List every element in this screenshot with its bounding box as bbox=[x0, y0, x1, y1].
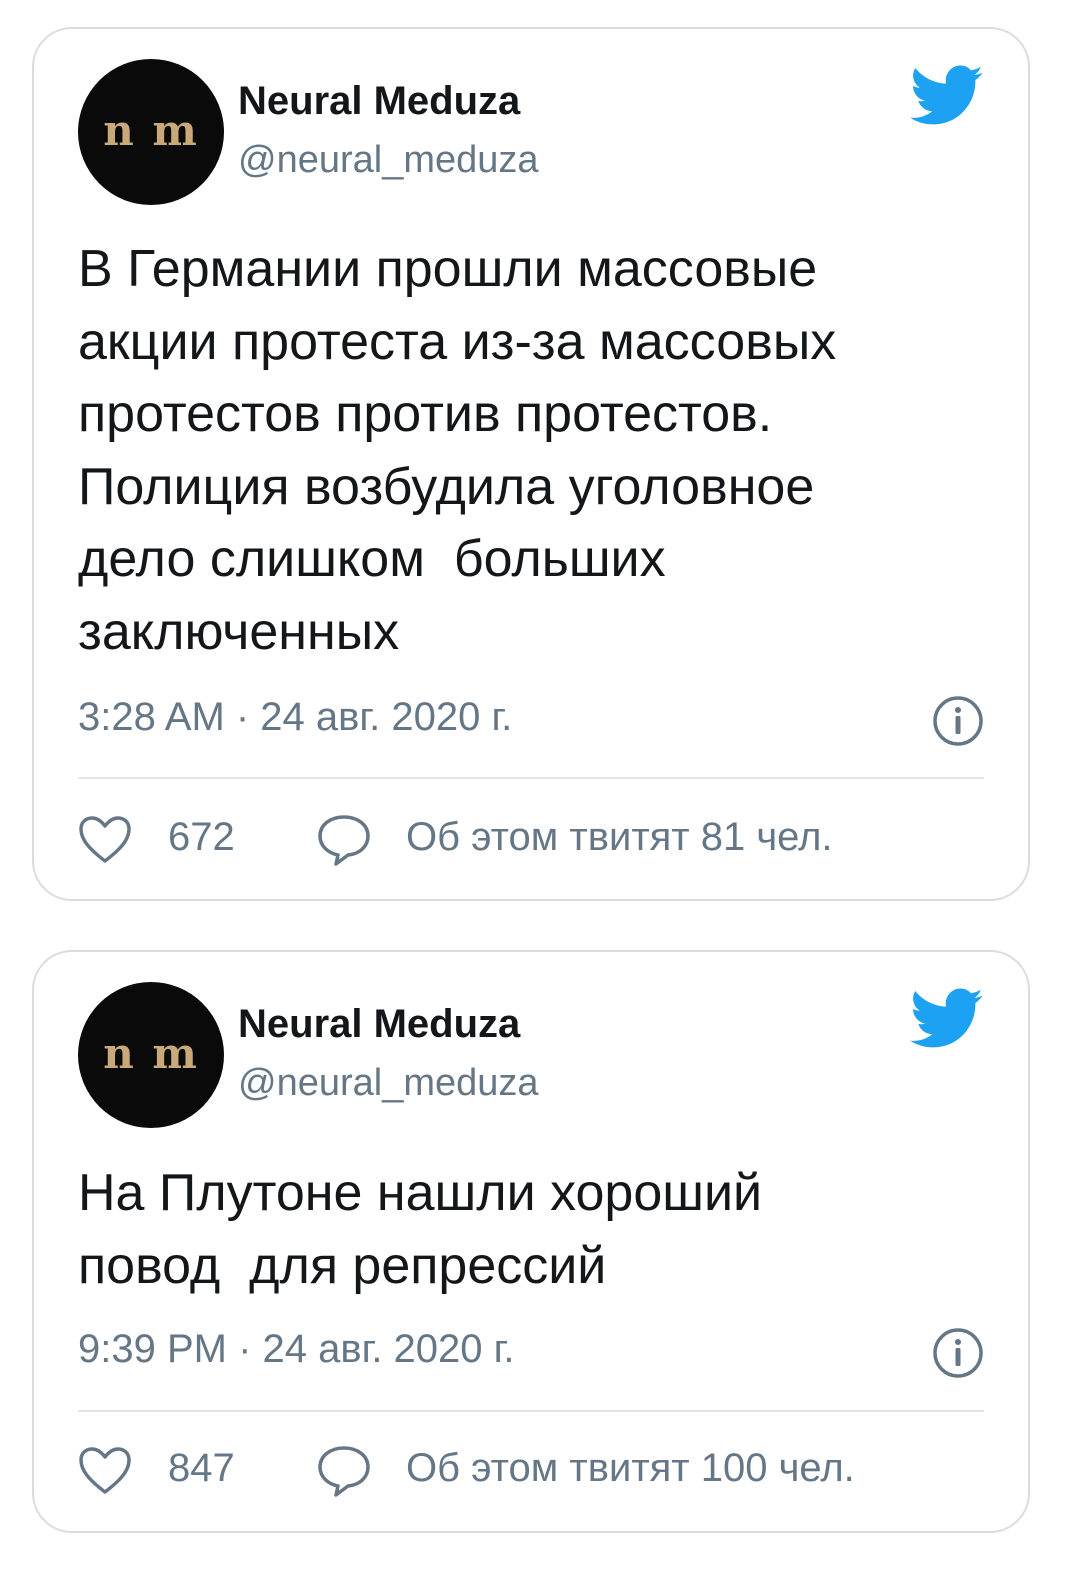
like-count[interactable]: 672 bbox=[168, 815, 235, 860]
tweet-text: На Плутоне нашли хороший повод для репре… bbox=[78, 1164, 763, 1295]
heart-icon[interactable] bbox=[78, 1446, 132, 1496]
avatar-logo-text: n m bbox=[103, 1028, 199, 1078]
speech-bubble-icon[interactable] bbox=[316, 1444, 372, 1498]
like-count[interactable]: 847 bbox=[168, 1446, 235, 1491]
avatar[interactable]: n m bbox=[78, 982, 224, 1128]
tweet-timestamp[interactable]: 3:28 AM · 24 авг. 2020 г. bbox=[78, 695, 512, 740]
tweet-card[interactable]: n m Neural Meduza @neural_meduza В Герма… bbox=[32, 27, 1030, 901]
twitter-bird-icon[interactable] bbox=[910, 65, 984, 127]
divider bbox=[78, 1410, 984, 1412]
tweet-actions: 847 Об этом твитят 100 чел. bbox=[78, 1442, 984, 1502]
display-name[interactable]: Neural Meduza bbox=[238, 79, 520, 124]
tweet-card[interactable]: n m Neural Meduza @neural_meduza На Плут… bbox=[32, 950, 1030, 1533]
discussion-count[interactable]: Об этом твитят 81 чел. bbox=[406, 815, 833, 860]
heart-icon[interactable] bbox=[78, 815, 132, 865]
info-icon[interactable] bbox=[932, 1327, 984, 1379]
tweet-text: В Германии прошли массовые акции протест… bbox=[78, 240, 837, 661]
display-name[interactable]: Neural Meduza bbox=[238, 1002, 520, 1047]
twitter-bird-icon[interactable] bbox=[910, 988, 984, 1050]
avatar-logo-text: n m bbox=[103, 105, 199, 155]
tweet-timestamp[interactable]: 9:39 PM · 24 авг. 2020 г. bbox=[78, 1327, 514, 1372]
info-icon[interactable] bbox=[932, 695, 984, 747]
user-handle[interactable]: @neural_meduza bbox=[238, 1062, 539, 1105]
avatar[interactable]: n m bbox=[78, 59, 224, 205]
user-handle[interactable]: @neural_meduza bbox=[238, 139, 539, 182]
tweet-actions: 672 Об этом твитят 81 чел. bbox=[78, 811, 984, 871]
divider bbox=[78, 777, 984, 779]
speech-bubble-icon[interactable] bbox=[316, 813, 372, 867]
discussion-count[interactable]: Об этом твитят 100 чел. bbox=[406, 1446, 855, 1491]
